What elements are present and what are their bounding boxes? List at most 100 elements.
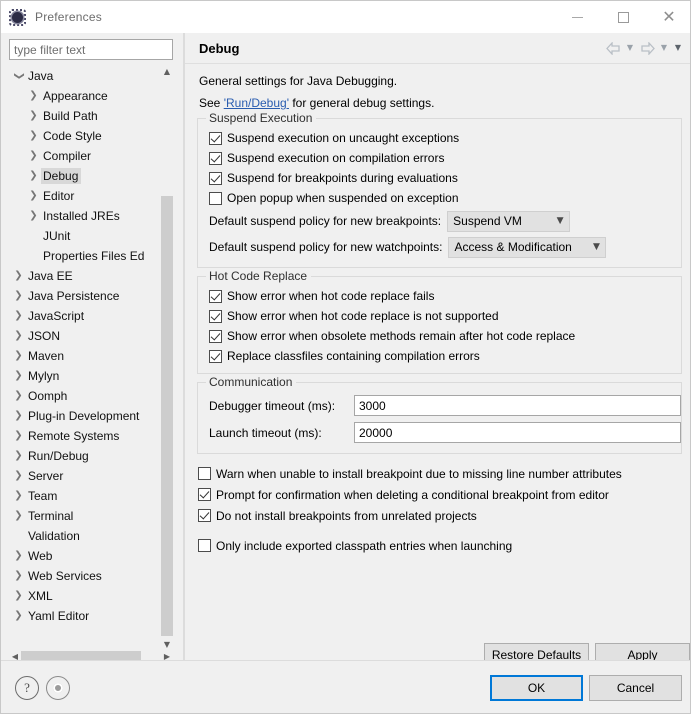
sidebar-item-web[interactable]: ❯ Web xyxy=(9,546,161,566)
checkbox-misc-0[interactable]: Warn when unable to install breakpoint d… xyxy=(185,463,690,484)
twisty-collapsed-icon[interactable]: ❯ xyxy=(11,471,26,481)
sidebar-item-build-path[interactable]: ❯ Build Path xyxy=(9,106,161,126)
sidebar-item-java[interactable]: ❯ Java xyxy=(9,66,161,86)
default-suspend-policy-breakpoints-dropdown[interactable]: Suspend VM ▼ xyxy=(447,210,571,232)
checkbox-suspend-1[interactable]: Suspend execution on compilation errors xyxy=(198,148,681,168)
sidebar-item-code-style[interactable]: ❯ Code Style xyxy=(9,126,161,146)
sidebar-item-properties-files-ed[interactable]: Properties Files Ed xyxy=(9,246,161,266)
twisty-collapsed-icon[interactable]: ❯ xyxy=(11,351,26,361)
checkbox-suspend-0[interactable]: Suspend execution on uncaught exceptions xyxy=(198,128,681,148)
twisty-collapsed-icon[interactable]: ❯ xyxy=(11,311,26,321)
sidebar-item-terminal[interactable]: ❯ Terminal xyxy=(9,506,161,526)
twisty-expanded-icon[interactable]: ❯ xyxy=(14,69,25,84)
sidebar-item-compiler[interactable]: ❯ Compiler xyxy=(9,146,161,166)
checkbox-unchecked-icon[interactable] xyxy=(198,539,211,552)
twisty-collapsed-icon[interactable]: ❯ xyxy=(11,511,26,521)
twisty-collapsed-icon[interactable]: ❯ xyxy=(11,451,26,461)
checkbox-suspend-3[interactable]: Open popup when suspended on exception xyxy=(198,188,681,208)
twisty-collapsed-icon[interactable]: ❯ xyxy=(11,491,26,501)
twisty-collapsed-icon[interactable]: ❯ xyxy=(26,111,41,121)
sidebar-item-yaml-editor[interactable]: ❯ Yaml Editor xyxy=(9,606,161,626)
checkbox-hcr-0[interactable]: Show error when hot code replace fails xyxy=(198,286,681,306)
checkbox-checked-icon[interactable] xyxy=(198,509,211,522)
sidebar-item-server[interactable]: ❯ Server xyxy=(9,466,161,486)
twisty-collapsed-icon[interactable]: ❯ xyxy=(26,91,41,101)
back-history-chevron-down-icon[interactable]: ▼ xyxy=(624,39,636,57)
sidebar-item-junit[interactable]: JUnit xyxy=(9,226,161,246)
sidebar-item-web-services[interactable]: ❯ Web Services xyxy=(9,566,161,586)
twisty-collapsed-icon[interactable]: ❯ xyxy=(26,191,41,201)
back-arrow-icon[interactable] xyxy=(604,39,622,57)
preferences-tree[interactable]: ❯ Java ❯ Appearance ❯ Build Path ❯ Code Style ❯ C… xyxy=(9,66,173,651)
sidebar-item-editor[interactable]: ❯ Editor xyxy=(9,186,161,206)
twisty-collapsed-icon[interactable]: ❯ xyxy=(11,551,26,561)
twisty-collapsed-icon[interactable]: ❯ xyxy=(26,151,41,161)
debugger-timeout-input[interactable] xyxy=(354,395,681,416)
twisty-collapsed-icon[interactable]: ❯ xyxy=(11,391,26,401)
checkbox-checked-icon[interactable] xyxy=(209,151,222,165)
sidebar-item-java-ee[interactable]: ❯ Java EE xyxy=(9,266,161,286)
checkbox-hcr-2[interactable]: Show error when obsolete methods remain … xyxy=(198,326,681,346)
twisty-collapsed-icon[interactable]: ❯ xyxy=(11,431,26,441)
ok-button[interactable]: OK xyxy=(490,675,583,701)
sidebar-item-oomph[interactable]: ❯ Oomph xyxy=(9,386,161,406)
view-menu-chevron-down-icon[interactable]: ▼ xyxy=(672,39,684,57)
default-suspend-policy-watchpoints-dropdown[interactable]: Access & Modification ▼ xyxy=(448,236,607,258)
scroll-down-icon[interactable]: ▼ xyxy=(161,639,173,651)
sidebar-item-xml[interactable]: ❯ XML xyxy=(9,586,161,606)
sidebar-item-mylyn[interactable]: ❯ Mylyn xyxy=(9,366,161,386)
checkbox-checked-icon[interactable] xyxy=(209,131,222,145)
twisty-collapsed-icon[interactable]: ❯ xyxy=(11,331,26,341)
twisty-collapsed-icon[interactable]: ❯ xyxy=(11,371,26,381)
checkbox-unchecked-icon[interactable] xyxy=(209,191,222,205)
checkbox-checked-icon[interactable] xyxy=(198,488,211,501)
twisty-collapsed-icon[interactable]: ❯ xyxy=(11,611,26,621)
twisty-collapsed-icon[interactable]: ❯ xyxy=(26,171,41,181)
cancel-button[interactable]: Cancel xyxy=(589,675,682,701)
sidebar-item-java-persistence[interactable]: ❯ Java Persistence xyxy=(9,286,161,306)
sidebar-item-plug-in-development[interactable]: ❯ Plug-in Development xyxy=(9,406,161,426)
maximize-button[interactable] xyxy=(600,1,646,33)
sidebar-item-remote-systems[interactable]: ❯ Remote Systems xyxy=(9,426,161,446)
twisty-collapsed-icon[interactable]: ❯ xyxy=(11,571,26,581)
sidebar-item-javascript[interactable]: ❯ JavaScript xyxy=(9,306,161,326)
tree-vertical-scrollbar[interactable]: ▲ ▼ xyxy=(160,66,173,651)
checkbox-checked-icon[interactable] xyxy=(209,329,222,343)
filter-input[interactable] xyxy=(9,39,173,60)
sidebar-item-json[interactable]: ❯ JSON xyxy=(9,326,161,346)
checkbox-unchecked-icon[interactable] xyxy=(198,467,211,480)
checkbox-checked-icon[interactable] xyxy=(209,171,222,185)
checkbox-checked-icon[interactable] xyxy=(209,289,222,303)
scroll-up-icon[interactable]: ▲ xyxy=(161,66,173,78)
twisty-collapsed-icon[interactable]: ❯ xyxy=(26,131,41,141)
sidebar-item-appearance[interactable]: ❯ Appearance xyxy=(9,86,161,106)
tree-vscroll-thumb[interactable] xyxy=(161,196,173,636)
twisty-collapsed-icon[interactable]: ❯ xyxy=(11,411,26,421)
twisty-collapsed-icon[interactable]: ❯ xyxy=(11,291,26,301)
checkbox-misc-2[interactable]: Do not install breakpoints from unrelate… xyxy=(185,505,690,526)
checkbox-misc-3[interactable]: Only include exported classpath entries … xyxy=(185,535,690,556)
sidebar-item-installed-jres[interactable]: ❯ Installed JREs xyxy=(9,206,161,226)
sidebar-item-debug[interactable]: ❯ Debug xyxy=(9,166,161,186)
checkbox-checked-icon[interactable] xyxy=(209,349,222,363)
checkbox-misc-1[interactable]: Prompt for confirmation when deleting a … xyxy=(185,484,690,505)
twisty-collapsed-icon[interactable]: ❯ xyxy=(26,211,41,221)
checkbox-hcr-3[interactable]: Replace classfiles containing compilatio… xyxy=(198,346,681,366)
checkbox-suspend-2[interactable]: Suspend for breakpoints during evaluatio… xyxy=(198,168,681,188)
run-debug-link[interactable]: 'Run/Debug' xyxy=(224,96,289,110)
help-icon[interactable]: ? xyxy=(15,676,39,700)
twisty-collapsed-icon[interactable]: ❯ xyxy=(11,271,26,281)
sidebar-item-validation[interactable]: Validation xyxy=(9,526,161,546)
checkbox-checked-icon[interactable] xyxy=(209,309,222,323)
forward-arrow-icon[interactable] xyxy=(638,39,656,57)
recording-indicator-icon[interactable] xyxy=(46,676,70,700)
sidebar-item-team[interactable]: ❯ Team xyxy=(9,486,161,506)
twisty-collapsed-icon[interactable]: ❯ xyxy=(11,591,26,601)
sidebar-item-run-debug[interactable]: ❯ Run/Debug xyxy=(9,446,161,466)
checkbox-hcr-1[interactable]: Show error when hot code replace is not … xyxy=(198,306,681,326)
forward-history-chevron-down-icon[interactable]: ▼ xyxy=(658,39,670,57)
close-button[interactable]: ✕ xyxy=(646,1,690,33)
sidebar-item-maven[interactable]: ❯ Maven xyxy=(9,346,161,366)
minimize-button[interactable] xyxy=(554,1,600,33)
launch-timeout-input[interactable] xyxy=(354,422,681,443)
